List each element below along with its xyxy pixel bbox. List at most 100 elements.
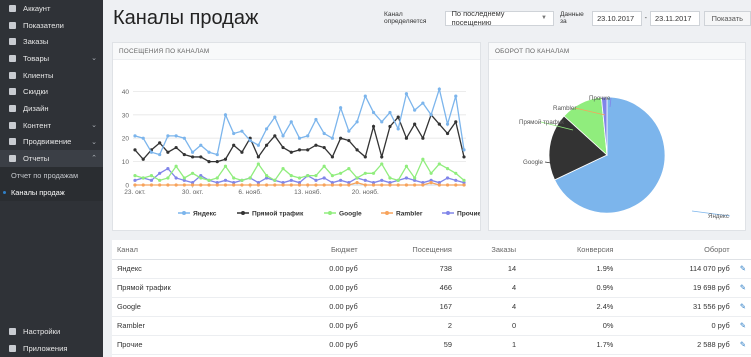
data-point bbox=[404, 92, 409, 96]
data-point bbox=[166, 183, 170, 187]
cell-orders: 4 bbox=[456, 297, 522, 317]
data-point bbox=[355, 176, 359, 180]
data-point bbox=[404, 176, 409, 180]
data-point bbox=[166, 167, 170, 171]
subnav-sales-report[interactable]: Отчет по продажам bbox=[0, 167, 103, 184]
sidebar-item-products[interactable]: Товары ⌄ bbox=[0, 50, 103, 67]
data-point bbox=[141, 176, 145, 180]
date-label: Данные за bbox=[559, 11, 584, 25]
legend-item[interactable]: Google bbox=[324, 211, 362, 218]
table-row[interactable]: Прямой трафик 0.00 руб 466 4 0.9% 19 698 руб ✎ bbox=[112, 278, 751, 298]
legend-label: Прямой трафик bbox=[252, 210, 304, 218]
data-point bbox=[413, 122, 417, 126]
channel-select[interactable]: По последнему посещению ▼ bbox=[444, 9, 554, 27]
data-point bbox=[396, 178, 400, 182]
sidebar-bottom: Настройки Приложения bbox=[0, 323, 103, 356]
megaphone-icon bbox=[8, 137, 17, 146]
legend-item[interactable]: Прочие bbox=[442, 211, 482, 218]
header-budget[interactable]: Бюджет bbox=[262, 240, 363, 260]
legend-item[interactable]: Rambler bbox=[381, 211, 423, 218]
data-point bbox=[158, 171, 162, 175]
data-point bbox=[199, 143, 203, 147]
data-point bbox=[133, 183, 137, 187]
edit-icon[interactable]: ✎ bbox=[734, 278, 751, 298]
chevron-up-icon: ⌃ bbox=[91, 155, 97, 163]
data-point bbox=[273, 178, 277, 182]
data-point bbox=[256, 155, 260, 159]
channel-label: Канал определяется bbox=[384, 11, 427, 25]
data-point bbox=[182, 152, 186, 157]
sidebar-item-dashboard[interactable]: Показатели bbox=[0, 17, 103, 34]
table-row[interactable]: Google 0.00 руб 167 4 2.4% 31 556 руб ✎ bbox=[112, 297, 751, 317]
data-point bbox=[182, 136, 186, 140]
data-point bbox=[454, 94, 458, 98]
data-point bbox=[314, 117, 318, 122]
sidebar-item-content[interactable]: Контент ⌄ bbox=[0, 117, 103, 134]
data-point bbox=[454, 178, 458, 182]
data-point bbox=[207, 178, 211, 182]
edit-icon[interactable]: ✎ bbox=[734, 259, 751, 279]
data-point bbox=[289, 150, 293, 154]
sidebar-item-orders[interactable]: Заказы bbox=[0, 33, 103, 50]
data-point bbox=[199, 155, 203, 159]
header-conversion[interactable]: Конверсия bbox=[521, 240, 619, 260]
header-orders[interactable]: Заказы bbox=[456, 240, 522, 260]
percent-icon bbox=[8, 87, 17, 96]
sidebar-item-account[interactable]: Аккаунт bbox=[0, 0, 103, 17]
data-point bbox=[380, 178, 384, 182]
data-point bbox=[380, 183, 384, 187]
sidebar-item-customers[interactable]: Клиенты bbox=[0, 67, 103, 84]
data-point bbox=[306, 148, 310, 152]
legend-item[interactable]: Яндекс bbox=[178, 211, 217, 218]
sidebar-item-label: Аккаунт bbox=[23, 3, 51, 13]
data-point bbox=[149, 178, 154, 182]
sidebar-item-design[interactable]: Дизайн bbox=[0, 100, 103, 117]
sidebar-item-marketing[interactable]: Продвижение ⌄ bbox=[0, 134, 103, 151]
sidebar-item-label: Клиенты bbox=[23, 70, 54, 80]
data-point bbox=[199, 183, 203, 187]
date-to-input[interactable]: 23.11.2017 bbox=[649, 10, 700, 26]
data-point bbox=[322, 176, 326, 180]
cell-budget: 0.00 руб bbox=[262, 259, 363, 279]
sidebar-item-settings[interactable]: Настройки bbox=[0, 323, 103, 340]
data-point bbox=[339, 183, 343, 187]
data-point bbox=[223, 164, 228, 168]
edit-icon[interactable]: ✎ bbox=[734, 297, 751, 317]
reports-subnav: Отчет по продажам Каналы продаж bbox=[0, 166, 103, 201]
y-tick-label: 20 bbox=[122, 136, 130, 143]
cart-icon bbox=[8, 37, 17, 46]
subnav-sales-channels[interactable]: Каналы продаж bbox=[0, 184, 103, 201]
data-point bbox=[347, 167, 351, 171]
sidebar-item-reports[interactable]: Отчеты ⌃ bbox=[0, 150, 103, 167]
legend-item[interactable]: Прямой трафик bbox=[237, 210, 304, 218]
date-from-input[interactable]: 23.10.2017 bbox=[592, 10, 642, 26]
sidebar-item-apps[interactable]: Приложения bbox=[0, 340, 103, 357]
cell-visits: 738 bbox=[362, 259, 457, 279]
table-header-row: Канал Бюджет Посещения Заказы Конверсия … bbox=[112, 240, 751, 260]
pie-chart-icon bbox=[8, 154, 17, 163]
edit-icon[interactable]: ✎ bbox=[734, 335, 751, 355]
edit-icon[interactable]: ✎ bbox=[734, 316, 751, 336]
data-point bbox=[371, 110, 376, 115]
table-row[interactable]: Яндекс 0.00 руб 738 14 1.9% 114 070 руб ✎ bbox=[112, 259, 751, 279]
header-channel[interactable]: Канал bbox=[112, 240, 263, 260]
data-point bbox=[166, 176, 170, 180]
data-point bbox=[404, 164, 409, 168]
table-row[interactable]: Прочие 0.00 руб 59 1 1.7% 2 588 руб ✎ bbox=[112, 335, 751, 355]
sidebar-item-discounts[interactable]: Скидки bbox=[0, 83, 103, 100]
header-visits[interactable]: Посещения bbox=[362, 240, 457, 260]
data-point bbox=[133, 178, 137, 182]
data-point bbox=[437, 87, 441, 91]
data-point bbox=[133, 134, 137, 138]
data-point bbox=[166, 134, 170, 138]
header-revenue[interactable]: Оборот bbox=[618, 240, 735, 260]
data-point bbox=[347, 129, 351, 133]
data-point bbox=[388, 176, 392, 180]
table-row[interactable]: Rambler 0.00 руб 2 0 0% 0 руб ✎ bbox=[112, 316, 751, 336]
sidebar-item-label: Товары bbox=[23, 53, 50, 63]
brush-icon bbox=[8, 104, 17, 113]
data-point bbox=[297, 148, 302, 152]
cell-revenue: 2 588 руб bbox=[618, 335, 735, 355]
show-button[interactable]: Показать bbox=[703, 10, 751, 26]
data-point bbox=[240, 150, 244, 154]
